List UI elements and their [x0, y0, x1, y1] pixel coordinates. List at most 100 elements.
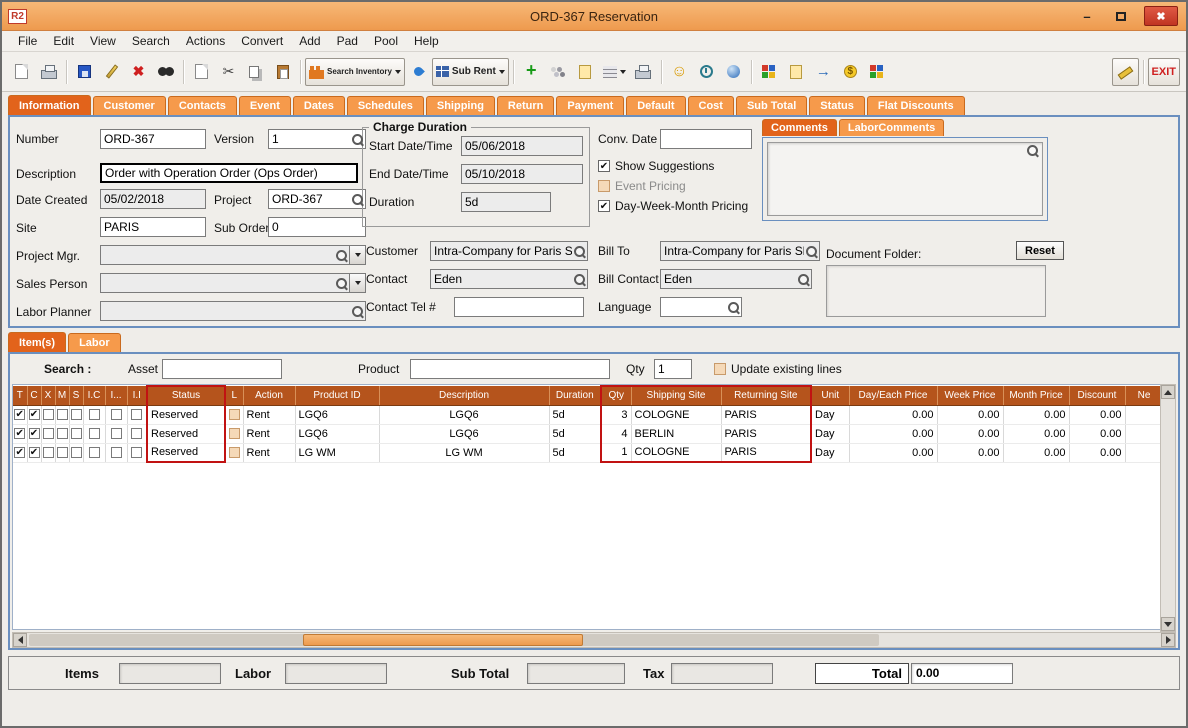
customer-field[interactable]: [430, 241, 588, 261]
col-i2[interactable]: I...: [105, 386, 128, 406]
cell-qty[interactable]: 1: [600, 443, 632, 463]
col-day-each-price[interactable]: Day/Each Price: [849, 386, 938, 406]
labor-planner-field[interactable]: [100, 301, 366, 321]
end-date-field[interactable]: [461, 164, 583, 184]
add-line-button[interactable]: [518, 58, 545, 86]
scroll-right-button[interactable]: [1161, 633, 1175, 647]
day-week-month-pricing-checkbox[interactable]: Day-Week-Month Pricing: [598, 199, 748, 213]
tab-flat-discounts[interactable]: Flat Discounts: [866, 96, 965, 115]
cell-status[interactable]: Reserved: [146, 405, 226, 425]
scrollbar-thumb[interactable]: [303, 634, 583, 646]
project-search-icon[interactable]: [351, 193, 364, 206]
cut-button[interactable]: [215, 58, 242, 86]
drop-button[interactable]: [405, 58, 432, 86]
cell-c[interactable]: [27, 443, 42, 463]
cell-m[interactable]: [55, 424, 70, 444]
cell-t[interactable]: [13, 424, 28, 444]
language-search-icon[interactable]: [727, 301, 740, 314]
delete-button[interactable]: [125, 58, 152, 86]
col-x[interactable]: X: [41, 386, 56, 406]
contact-tel-field[interactable]: [454, 297, 584, 317]
cell-c[interactable]: [27, 424, 42, 444]
checkbox-icon[interactable]: [110, 447, 122, 459]
tab-items[interactable]: Item(s): [8, 332, 67, 352]
cell-week-price[interactable]: 0.00: [937, 405, 1004, 425]
cell-day-each-price[interactable]: 0.00: [849, 405, 938, 425]
cell-qty[interactable]: 4: [600, 424, 632, 444]
checkbox-icon[interactable]: [28, 428, 40, 440]
checkbox-icon[interactable]: [70, 428, 82, 440]
table-row[interactable]: Reserved Rent LG WM LG WM 5d 1 COLOGNE P…: [13, 443, 1161, 463]
cell-x[interactable]: [41, 443, 56, 463]
scroll-left-button[interactable]: [13, 633, 27, 647]
sales-person-dropdown-button[interactable]: [349, 273, 366, 293]
tab-information[interactable]: Information: [8, 95, 91, 115]
cell-action[interactable]: Rent: [243, 424, 296, 444]
checkbox-icon[interactable]: [131, 447, 143, 459]
checkbox-icon[interactable]: [131, 428, 143, 440]
tab-payment[interactable]: Payment: [556, 96, 625, 115]
new-order-button[interactable]: [8, 58, 35, 86]
cell-i2[interactable]: [105, 424, 128, 444]
tab-labor-comments[interactable]: LaborComments: [838, 119, 945, 136]
col-c[interactable]: C: [27, 386, 42, 406]
wand-button[interactable]: [1111, 57, 1139, 86]
project-mgr-field[interactable]: [100, 245, 350, 265]
version-search-icon[interactable]: [351, 133, 364, 146]
cell-discount[interactable]: 0.00: [1069, 405, 1126, 425]
cell-x[interactable]: [41, 405, 56, 425]
col-ic[interactable]: I.C: [83, 386, 106, 406]
tab-status[interactable]: Status: [809, 96, 865, 115]
exit-button[interactable]: EXIT: [1147, 57, 1180, 86]
tab-event[interactable]: Event: [238, 96, 291, 115]
cell-ne[interactable]: [1125, 443, 1161, 463]
menu-item-pad[interactable]: Pad: [329, 32, 366, 50]
tab-comments[interactable]: Comments: [762, 119, 837, 136]
checkbox-icon[interactable]: [56, 409, 68, 421]
show-suggestions-checkbox[interactable]: Show Suggestions: [598, 159, 714, 173]
comments-textarea[interactable]: [767, 142, 1043, 216]
checkbox-icon[interactable]: [598, 180, 610, 192]
cell-ne[interactable]: [1125, 405, 1161, 425]
checkbox-icon[interactable]: [714, 363, 726, 375]
checkbox-icon[interactable]: [14, 447, 26, 459]
checkbox-icon[interactable]: [228, 428, 240, 440]
project-mgr-dropdown-button[interactable]: [349, 245, 366, 265]
cell-i3[interactable]: [127, 405, 148, 425]
table-row[interactable]: Reserved Rent LGQ6 LGQ6 5d 4 BERLIN PARI…: [13, 424, 1161, 444]
col-l[interactable]: L: [225, 386, 244, 406]
bill-contact-field[interactable]: [660, 269, 812, 289]
checkbox-icon[interactable]: [110, 428, 122, 440]
cell-i2[interactable]: [105, 443, 128, 463]
cell-returning-site[interactable]: PARIS: [721, 443, 812, 463]
col-month-price[interactable]: Month Price: [1003, 386, 1070, 406]
inventory-cubes-button[interactable]: [756, 58, 783, 86]
cell-c[interactable]: [27, 405, 42, 425]
cell-t[interactable]: [13, 405, 28, 425]
cell-qty[interactable]: 3: [600, 405, 632, 425]
sub-rent-button[interactable]: Sub Rent: [431, 57, 509, 86]
cell-returning-site[interactable]: PARIS: [721, 405, 812, 425]
checkbox-icon[interactable]: [56, 447, 68, 459]
labor-planner-search-icon[interactable]: [351, 305, 364, 318]
pad-button[interactable]: [783, 58, 810, 86]
duplicate-button[interactable]: [599, 58, 630, 86]
cell-month-price[interactable]: 0.00: [1003, 424, 1070, 444]
col-action[interactable]: Action: [243, 386, 296, 406]
cell-product-id[interactable]: LG WM: [295, 443, 380, 463]
cell-t[interactable]: [13, 443, 28, 463]
scroll-down-button[interactable]: [1161, 617, 1175, 631]
cell-action[interactable]: Rent: [243, 443, 296, 463]
cell-discount[interactable]: 0.00: [1069, 443, 1126, 463]
cell-unit[interactable]: Day: [811, 405, 850, 425]
cell-s[interactable]: [69, 405, 84, 425]
checkbox-icon[interactable]: [228, 409, 240, 421]
sales-person-field[interactable]: [100, 273, 350, 293]
customer-search-icon[interactable]: [573, 245, 586, 258]
transfer-button[interactable]: [810, 58, 837, 86]
menu-item-pool[interactable]: Pool: [366, 32, 406, 50]
col-i3[interactable]: I.I: [127, 386, 148, 406]
col-shipping-site[interactable]: Shipping Site: [631, 385, 722, 406]
col-week-price[interactable]: Week Price: [937, 386, 1004, 406]
cell-month-price[interactable]: 0.00: [1003, 443, 1070, 463]
